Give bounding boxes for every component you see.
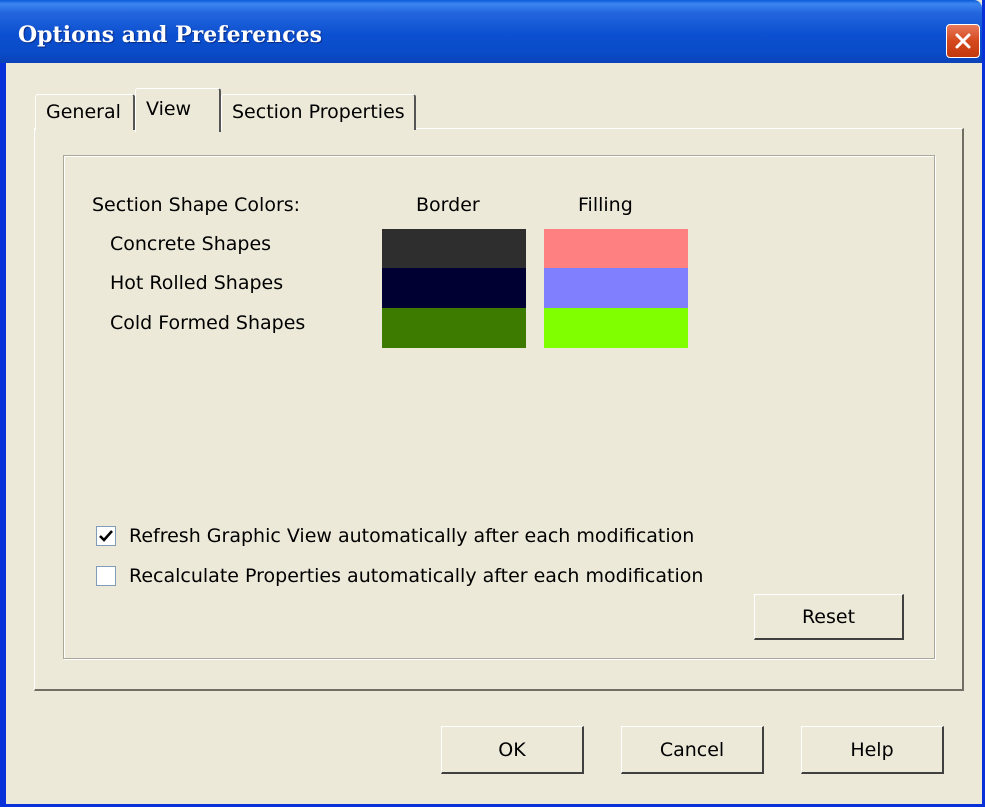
close-icon [955,33,971,49]
tab-section-properties[interactable]: Section Properties [221,94,416,130]
concrete-filling-swatch[interactable] [544,229,688,269]
window-frame-left [0,63,6,807]
filling-column-header: Filling [578,194,633,216]
section-colors-heading: Section Shape Colors: [92,194,301,216]
reset-button[interactable]: Reset [754,594,904,640]
cold-formed-filling-swatch[interactable] [544,308,688,348]
hot-rolled-shapes-label: Hot Rolled Shapes [110,272,284,294]
recalculate-option-label[interactable]: Recalculate Properties automatically aft… [129,565,703,587]
checkmark-icon [99,530,113,542]
window-title: Options and Preferences [18,22,323,48]
ok-button[interactable]: OK [441,726,584,774]
border-column-header: Border [416,194,480,216]
recalculate-checkbox[interactable] [96,566,116,586]
hot-rolled-filling-swatch[interactable] [544,268,688,308]
refresh-checkbox[interactable] [96,526,116,546]
concrete-shapes-label: Concrete Shapes [110,233,272,255]
title-bar[interactable]: Options and Preferences [0,0,982,63]
options-dialog: Options and Preferences General View Sec… [0,0,985,807]
close-button[interactable] [946,24,980,58]
cold-formed-shapes-label: Cold Formed Shapes [110,312,306,334]
refresh-option-label[interactable]: Refresh Graphic View automatically after… [129,525,694,547]
hot-rolled-border-swatch[interactable] [382,268,526,308]
concrete-border-swatch[interactable] [382,229,526,269]
cold-formed-border-swatch[interactable] [382,308,526,348]
tab-view[interactable]: View [135,88,221,132]
tab-general[interactable]: General [35,94,135,130]
cancel-button[interactable]: Cancel [621,726,764,774]
help-button[interactable]: Help [801,726,944,774]
